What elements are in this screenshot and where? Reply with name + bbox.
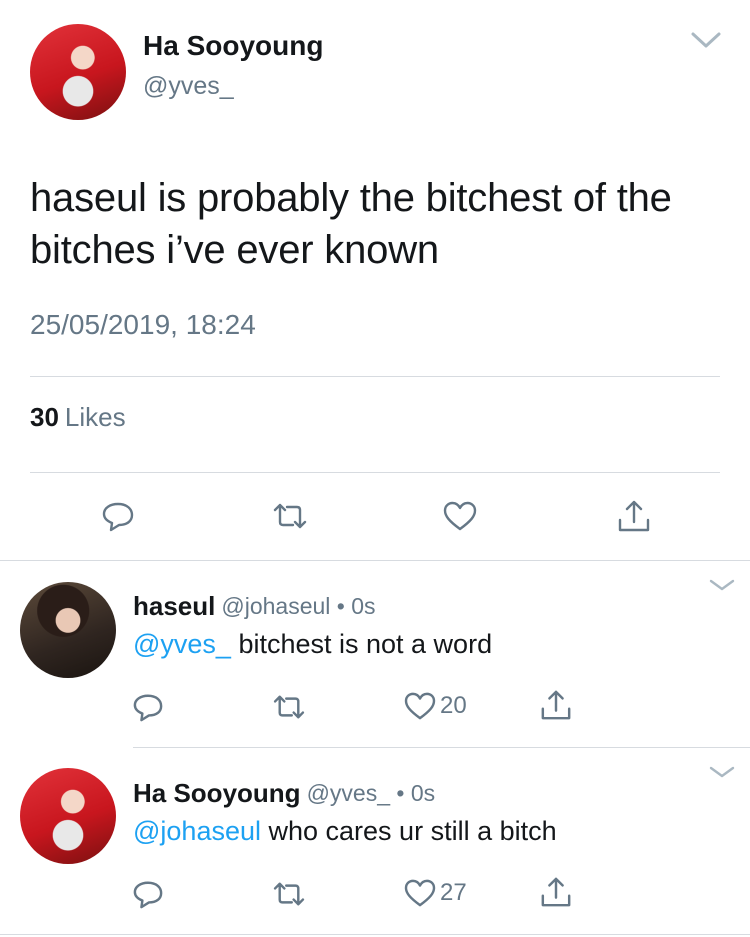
reply-avatar[interactable]: [20, 768, 116, 864]
divider: [0, 560, 750, 561]
author-name[interactable]: Ha Sooyoung: [143, 30, 323, 62]
reply-avatar[interactable]: [20, 582, 116, 678]
reply-text-body: who cares ur still a bitch: [261, 816, 557, 846]
retweet-icon[interactable]: [271, 502, 309, 530]
likes-summary[interactable]: 30 Likes: [30, 402, 126, 433]
tweet-text: haseul is probably the bitchest of the b…: [30, 176, 672, 272]
share-icon[interactable]: [540, 688, 572, 722]
reply-author-name[interactable]: Ha Sooyoung: [133, 778, 301, 809]
reply-text: @johaseul who cares ur still a bitch: [133, 816, 557, 847]
mention-link[interactable]: @johaseul: [133, 816, 261, 846]
chevron-down-icon[interactable]: [690, 30, 722, 50]
divider: [30, 376, 720, 377]
like-count: 27: [440, 879, 467, 906]
reply-meta: @yves_ • 0s: [306, 780, 436, 806]
mention-link[interactable]: @yves_: [133, 629, 231, 659]
reply-header: haseul @johaseul • 0s: [133, 591, 376, 622]
chevron-down-icon[interactable]: [708, 578, 736, 592]
reply-icon[interactable]: [132, 692, 164, 722]
author-avatar[interactable]: [30, 24, 126, 120]
like-action[interactable]: 27: [404, 879, 467, 907]
like-action[interactable]: 20: [404, 692, 467, 720]
tweet-timestamp[interactable]: 25/05/2019, 18:24: [30, 309, 256, 341]
divider: [30, 472, 720, 473]
likes-label: Likes: [64, 402, 126, 432]
likes-count: 30: [30, 402, 59, 432]
share-icon[interactable]: [540, 875, 572, 909]
reply-text: @yves_ bitchest is not a word: [133, 629, 492, 660]
reply-icon[interactable]: [132, 879, 164, 909]
divider: [0, 934, 750, 935]
reply-meta: @johaseul • 0s: [221, 593, 376, 619]
like-count: 20: [440, 692, 467, 719]
reply-icon[interactable]: [101, 500, 135, 532]
heart-icon[interactable]: [443, 501, 477, 531]
reply-author-name[interactable]: haseul: [133, 591, 215, 622]
reply-header: Ha Sooyoung @yves_ • 0s: [133, 778, 435, 809]
heart-icon: [404, 879, 436, 907]
author-handle[interactable]: @yves_: [143, 72, 234, 101]
chevron-down-icon[interactable]: [708, 765, 736, 779]
retweet-icon[interactable]: [271, 694, 307, 720]
share-icon[interactable]: [617, 498, 651, 534]
reply-text-body: bitchest is not a word: [230, 629, 493, 659]
divider: [133, 747, 750, 748]
retweet-icon[interactable]: [271, 881, 307, 907]
heart-icon: [404, 692, 436, 720]
